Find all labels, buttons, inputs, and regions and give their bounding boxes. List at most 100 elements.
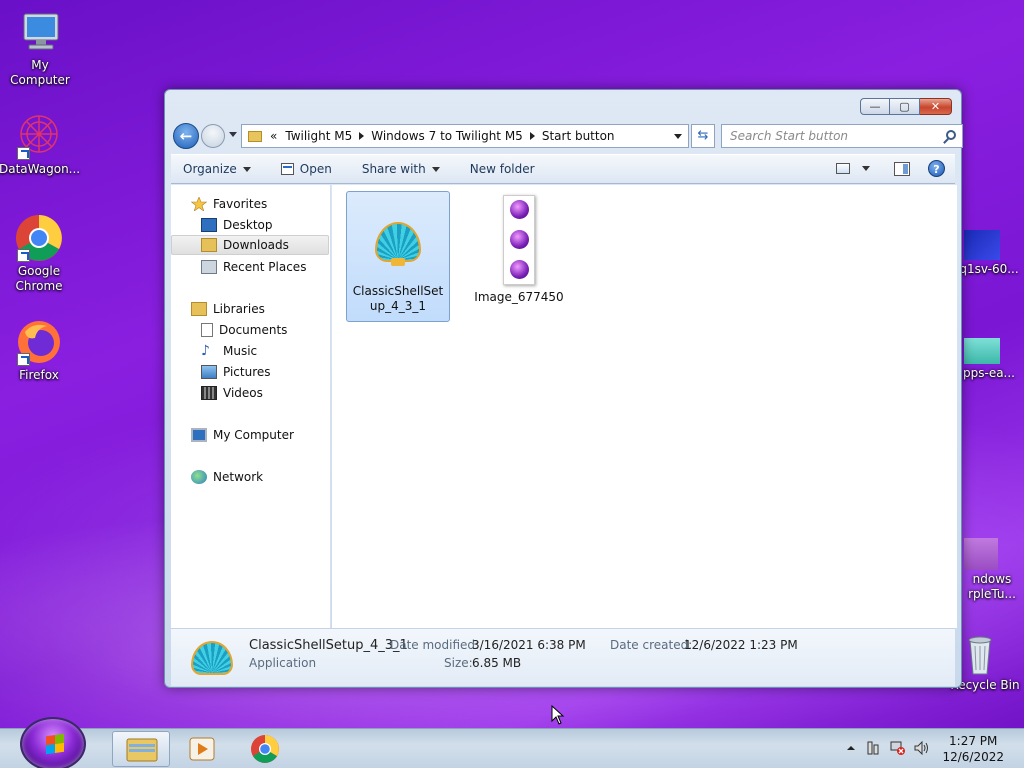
- app-icon: [964, 230, 1000, 260]
- address-dropdown-icon[interactable]: [674, 134, 682, 139]
- nav-libraries[interactable]: Libraries: [171, 299, 329, 319]
- breadcrumb-item-twilight-m5[interactable]: Twilight M5: [285, 129, 352, 143]
- address-bar[interactable]: « Twilight M5 Windows 7 to Twilight M5 S…: [241, 124, 689, 148]
- start-button[interactable]: [20, 717, 86, 768]
- nav-videos[interactable]: Videos: [171, 383, 329, 403]
- details-file-name: ClassicShellSetup_4_3_1: [249, 638, 408, 653]
- view-controls: ?: [836, 160, 945, 177]
- desktop-icon-google-chrome[interactable]: Google Chrome: [0, 214, 79, 294]
- close-button[interactable]: ✕: [920, 98, 952, 115]
- shortcut-arrow-icon: [17, 249, 30, 262]
- clock-date: 12/6/2022: [942, 750, 1004, 764]
- folder-icon: [248, 130, 262, 142]
- nav-desktop-label: Desktop: [223, 218, 273, 232]
- nav-pictures[interactable]: Pictures: [171, 362, 329, 382]
- file-name: Image_677450: [474, 290, 564, 304]
- desktop-icon-datawagon[interactable]: DataWagon...: [0, 112, 81, 177]
- nav-videos-label: Videos: [223, 386, 263, 400]
- downloads-folder-icon: [201, 238, 217, 252]
- nav-recent-places[interactable]: Recent Places: [171, 257, 329, 277]
- taskbar-explorer-button[interactable]: [112, 731, 170, 767]
- nav-pictures-label: Pictures: [223, 365, 271, 379]
- desktop-icon: [201, 218, 217, 232]
- organize-label: Organize: [183, 162, 237, 176]
- file-name: ClassicShellSetup_4_3_1: [352, 284, 444, 313]
- firefox-icon: [15, 318, 63, 366]
- minimize-button[interactable]: —: [860, 98, 890, 115]
- file-item-image-677450[interactable]: Image_677450: [467, 193, 571, 313]
- desktop-icon-label: ndows rpleTu...: [968, 572, 1016, 601]
- nav-documents[interactable]: Documents: [171, 320, 329, 340]
- navigation-bar: « Twilight M5 Windows 7 to Twilight M5 S…: [173, 123, 963, 149]
- nav-my-computer-label: My Computer: [213, 428, 294, 442]
- search-input[interactable]: Search Start button: [721, 124, 963, 148]
- nav-recent-places-label: Recent Places: [223, 260, 307, 274]
- computer-icon: [191, 428, 207, 442]
- documents-icon: [201, 323, 213, 337]
- forward-button[interactable]: [201, 124, 225, 148]
- computer-icon: [16, 8, 64, 56]
- taskbar: 1:27 PM 12/6/2022: [0, 717, 1024, 768]
- new-folder-button[interactable]: New folder: [470, 162, 535, 176]
- network-icon: [191, 470, 207, 484]
- system-clock[interactable]: 1:27 PM 12/6/2022: [942, 733, 1004, 765]
- nav-music[interactable]: ♪ Music: [171, 341, 329, 361]
- date-created-value: 12/6/2022 1:23 PM: [684, 638, 798, 652]
- recent-places-icon: [201, 260, 217, 274]
- details-pane: ClassicShellSetup_4_3_1 Application Date…: [171, 628, 955, 686]
- open-label: Open: [299, 162, 332, 176]
- nav-network-label: Network: [213, 470, 264, 484]
- videos-icon: [201, 386, 217, 400]
- details-file-type: Application: [249, 656, 317, 670]
- nav-desktop[interactable]: Desktop: [171, 215, 329, 235]
- size-label: Size:: [444, 656, 473, 670]
- volume-icon[interactable]: [914, 740, 928, 756]
- desktop-icon-label: Google Chrome: [15, 264, 63, 293]
- breadcrumb-separator-icon[interactable]: [529, 132, 535, 140]
- show-hidden-icons-icon[interactable]: [846, 741, 856, 755]
- change-view-icon[interactable]: [836, 163, 850, 174]
- file-item-classic-shell-setup[interactable]: ClassicShellSetup_4_3_1: [346, 191, 450, 322]
- breadcrumb-item-windows7-to-twilight[interactable]: Windows 7 to Twilight M5: [371, 129, 523, 143]
- refresh-button[interactable]: ⇆: [691, 124, 715, 148]
- nav-network[interactable]: Network: [171, 467, 329, 487]
- network-status-icon[interactable]: [890, 741, 905, 755]
- chevron-down-icon: [431, 166, 440, 172]
- preview-pane-icon[interactable]: [894, 161, 910, 176]
- desktop-icon-label: DataWagon...: [0, 162, 81, 176]
- minimize-icon: —: [869, 100, 881, 113]
- search-icon[interactable]: [946, 130, 956, 140]
- nav-favorites[interactable]: Favorites: [171, 194, 329, 214]
- date-modified-label: Date modified:: [390, 638, 480, 652]
- taskbar-chrome-button[interactable]: [236, 731, 294, 767]
- shortcut-arrow-icon: [17, 353, 30, 366]
- help-icon[interactable]: ?: [928, 160, 945, 177]
- orb-thumbnail: [510, 230, 529, 249]
- breadcrumb-overflow[interactable]: «: [270, 129, 277, 143]
- recent-pages-dropdown[interactable]: [229, 132, 237, 137]
- taskbar-media-player-button[interactable]: [173, 731, 231, 767]
- maximize-button[interactable]: ▢: [890, 98, 920, 115]
- breadcrumb-item-start-button[interactable]: Start button: [542, 129, 615, 143]
- view-options-dropdown[interactable]: [862, 166, 870, 171]
- back-button[interactable]: [173, 123, 199, 149]
- share-with-label: Share with: [361, 162, 426, 176]
- shortcut-arrow-icon: [17, 147, 30, 160]
- chrome-icon: [15, 214, 63, 262]
- open-button[interactable]: Open: [280, 162, 332, 176]
- explorer-window[interactable]: — ▢ ✕ « Twilight M5 Windows 7 to Twiligh…: [164, 89, 963, 688]
- nav-my-computer[interactable]: My Computer: [171, 425, 329, 445]
- size-value: 6.85 MB: [472, 656, 522, 670]
- orb-thumbnail: [510, 200, 529, 219]
- share-with-button[interactable]: Share with: [362, 162, 440, 176]
- orb-thumbnail: [510, 260, 529, 279]
- nav-documents-label: Documents: [219, 323, 288, 337]
- desktop-icon-my-computer[interactable]: My Computer: [0, 8, 80, 88]
- nav-libraries-label: Libraries: [213, 302, 265, 316]
- nav-downloads[interactable]: Downloads: [171, 235, 329, 255]
- desktop-icon-firefox[interactable]: Firefox: [0, 318, 79, 383]
- organize-button[interactable]: Organize: [183, 162, 251, 176]
- action-center-icon[interactable]: [866, 741, 880, 755]
- breadcrumb-separator-icon[interactable]: [359, 132, 365, 140]
- libraries-icon: [191, 302, 207, 316]
